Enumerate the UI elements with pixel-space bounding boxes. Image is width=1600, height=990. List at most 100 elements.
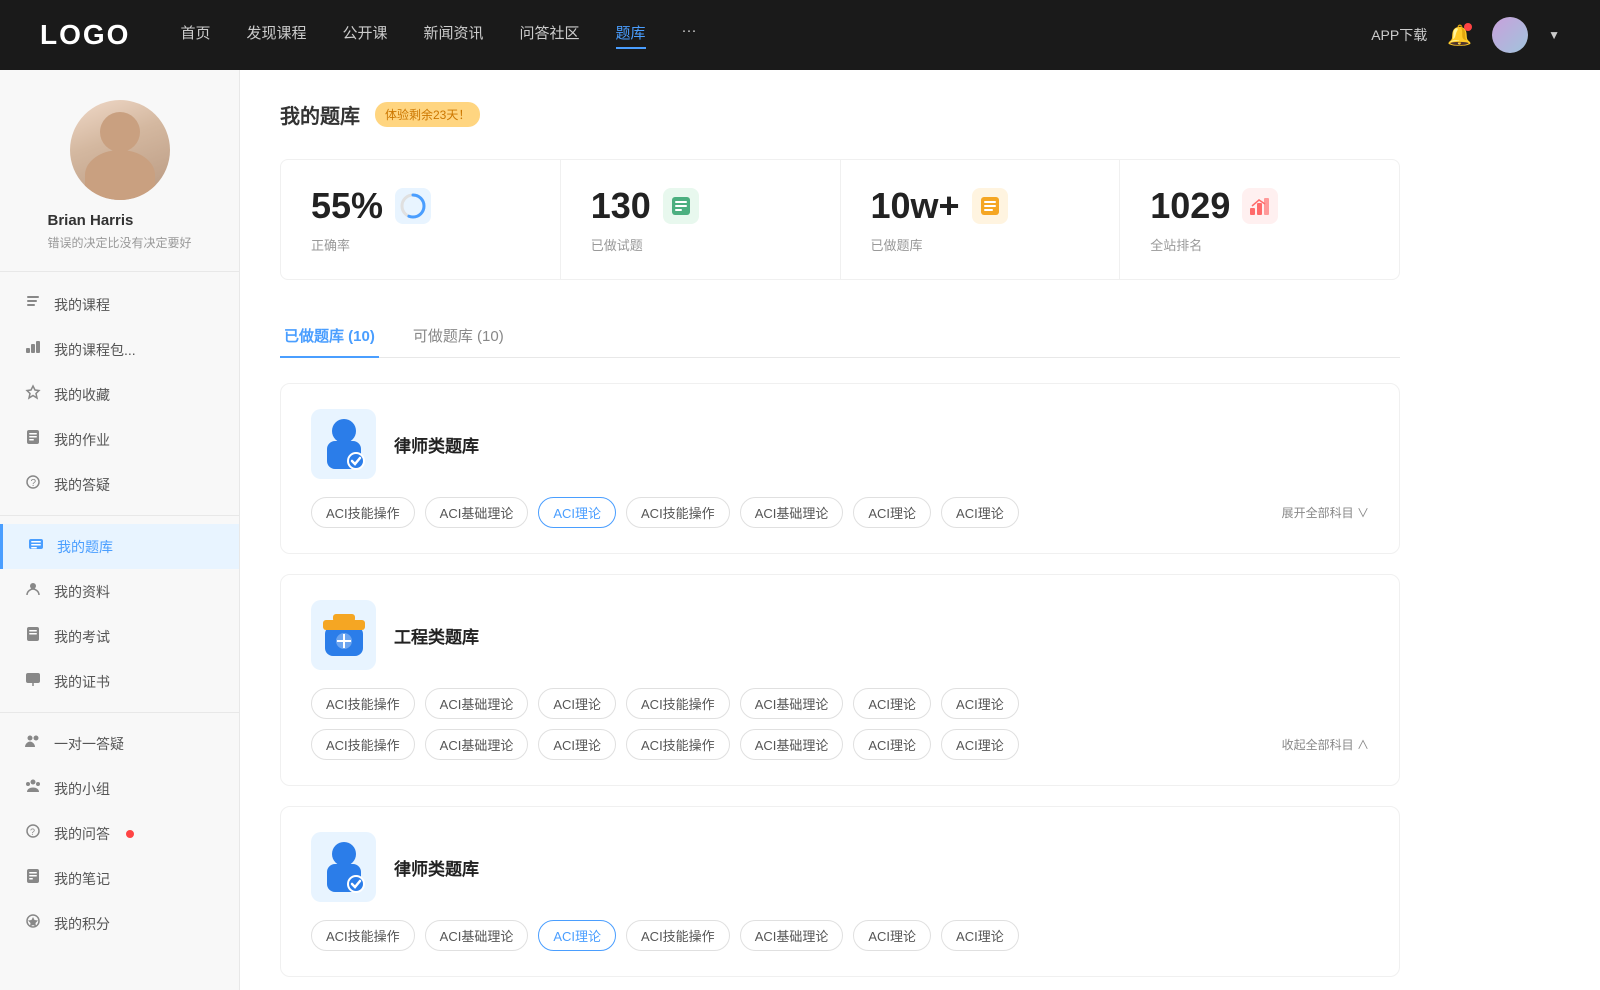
nav: 首页 发现课程 公开课 新闻资讯 问答社区 题库 ··· (180, 22, 696, 49)
nav-qa[interactable]: 问答社区 (520, 22, 580, 49)
stat-banks-value: 10w+ (871, 185, 960, 227)
bank-card-2-tags-row1: ACI技能操作 ACI基础理论 ACI理论 ACI技能操作 ACI基础理论 AC… (311, 688, 1369, 719)
page-title-row: 我的题库 体验剩余23天！ (280, 100, 1400, 129)
stat-rank-top: 1029 (1150, 185, 1369, 227)
tag-active[interactable]: ACI理论 (538, 497, 616, 528)
tag[interactable]: ACI技能操作 (626, 688, 730, 719)
courses-icon (24, 294, 42, 315)
sidebar-label-my-favorites: 我的收藏 (54, 385, 110, 405)
tag[interactable]: ACI技能操作 (311, 688, 415, 719)
sidebar-label-my-notes: 我的笔记 (54, 869, 110, 889)
sidebar-menu: 我的课程 我的课程包... 我的收藏 我的作业 (0, 272, 239, 956)
bank-card-lawyer-1: 律师类题库 ACI技能操作 ACI基础理论 ACI理论 ACI技能操作 ACI基… (280, 383, 1400, 554)
expand-link-1[interactable]: 展开全部科目 ∨ (1282, 504, 1369, 521)
stat-accuracy-top: 55% (311, 185, 530, 227)
tag[interactable]: ACI基础理论 (425, 920, 529, 951)
sidebar-label-my-qa: 我的问答 (54, 824, 110, 844)
nav-discover[interactable]: 发现课程 (246, 22, 306, 49)
tag[interactable]: ACI理论 (941, 729, 1019, 760)
tag[interactable]: ACI基础理论 (740, 688, 844, 719)
stat-banks-icon (972, 188, 1008, 224)
tab-available-banks[interactable]: 可做题库 (10) (409, 315, 508, 358)
tag[interactable]: ACI技能操作 (311, 920, 415, 951)
tag[interactable]: ACI理论 (853, 729, 931, 760)
tag-active[interactable]: ACI理论 (538, 920, 616, 951)
tag[interactable]: ACI理论 (853, 920, 931, 951)
tab-done-banks[interactable]: 已做题库 (10) (280, 315, 379, 358)
bank-icon (27, 536, 45, 557)
tag[interactable]: ACI基础理论 (740, 729, 844, 760)
main-layout: Brian Harris 错误的决定比没有决定要好 我的课程 我的课程包... (0, 70, 1600, 990)
tag[interactable]: ACI基础理论 (740, 497, 844, 528)
sidebar-item-my-qa[interactable]: ? 我的问答 (0, 811, 239, 856)
stat-accuracy-value: 55% (311, 185, 383, 227)
sidebar-item-my-certs[interactable]: 我的证书 (0, 659, 239, 704)
user-avatar[interactable] (1492, 17, 1528, 53)
sidebar-item-my-homework[interactable]: 我的作业 (0, 417, 239, 462)
bank-card-lawyer-2: 律师类题库 ACI技能操作 ACI基础理论 ACI理论 ACI技能操作 ACI基… (280, 806, 1400, 977)
sidebar-item-my-group[interactable]: 我的小组 (0, 766, 239, 811)
sidebar: Brian Harris 错误的决定比没有决定要好 我的课程 我的课程包... (0, 70, 240, 990)
stat-banks-top: 10w+ (871, 185, 1090, 227)
sidebar-item-my-courses[interactable]: 我的课程 (0, 282, 239, 327)
favorites-icon (24, 384, 42, 405)
tag[interactable]: ACI理论 (853, 497, 931, 528)
sidebar-item-my-exams[interactable]: 我的考试 (0, 614, 239, 659)
sidebar-label-my-profile: 我的资料 (54, 582, 110, 602)
sidebar-item-my-packages[interactable]: 我的课程包... (0, 327, 239, 372)
collapse-link[interactable]: 收起全部科目 ∧ (1282, 736, 1369, 753)
tag[interactable]: ACI技能操作 (626, 729, 730, 760)
sidebar-item-my-profile[interactable]: 我的资料 (0, 569, 239, 614)
sidebar-item-my-favorites[interactable]: 我的收藏 (0, 372, 239, 417)
qa-dot (126, 830, 134, 838)
tag[interactable]: ACI技能操作 (626, 920, 730, 951)
tag[interactable]: ACI技能操作 (626, 497, 730, 528)
nav-question-bank[interactable]: 题库 (616, 22, 646, 49)
tag[interactable]: ACI理论 (538, 688, 616, 719)
tag[interactable]: ACI基础理论 (425, 688, 529, 719)
header-left: LOGO 首页 发现课程 公开课 新闻资讯 问答社区 题库 ··· (40, 19, 697, 51)
sidebar-label-my-certs: 我的证书 (54, 672, 110, 692)
notification-bell-icon[interactable]: 🔔 (1447, 23, 1472, 48)
tag[interactable]: ACI理论 (941, 688, 1019, 719)
questions-icon: ? (24, 474, 42, 495)
sidebar-item-my-notes[interactable]: 我的笔记 (0, 856, 239, 901)
tag[interactable]: ACI基础理论 (740, 920, 844, 951)
nav-more[interactable]: ··· (682, 22, 697, 49)
tag[interactable]: ACI技能操作 (311, 497, 415, 528)
sidebar-item-my-questions[interactable]: ? 我的答疑 (0, 462, 239, 507)
sidebar-item-my-points[interactable]: 我的积分 (0, 901, 239, 946)
bank-card-3-icon (311, 832, 376, 902)
sidebar-item-one-on-one[interactable]: 一对一答疑 (0, 721, 239, 766)
group-icon (24, 778, 42, 799)
tag[interactable]: ACI技能操作 (311, 729, 415, 760)
sidebar-label-one-on-one: 一对一答疑 (54, 734, 124, 754)
nav-news[interactable]: 新闻资讯 (424, 22, 484, 49)
stat-rank-icon (1242, 188, 1278, 224)
tag[interactable]: ACI基础理论 (425, 729, 529, 760)
nav-open-course[interactable]: 公开课 (342, 22, 387, 49)
sidebar-label-my-exams: 我的考试 (54, 627, 110, 647)
app-download-button[interactable]: APP下载 (1371, 25, 1427, 45)
bank-card-1-icon (311, 409, 376, 479)
svg-text:?: ? (30, 827, 35, 837)
user-dropdown-icon[interactable]: ▼ (1548, 28, 1560, 42)
stat-accuracy-label: 正确率 (311, 235, 530, 254)
stat-rank: 1029 全站排名 (1120, 160, 1399, 279)
stat-done-value: 130 (591, 185, 651, 227)
stat-done-top: 130 (591, 185, 810, 227)
homework-icon (24, 429, 42, 450)
tag[interactable]: ACI理论 (853, 688, 931, 719)
sidebar-item-my-bank[interactable]: 我的题库 (0, 524, 239, 569)
bank-card-2-header: 工程类题库 (311, 600, 1369, 670)
stat-accuracy: 55% 正确率 (281, 160, 561, 279)
tag[interactable]: ACI基础理论 (425, 497, 529, 528)
content-inner: 我的题库 体验剩余23天！ 55% 正确率 (240, 70, 1440, 990)
nav-home[interactable]: 首页 (180, 22, 210, 49)
tag[interactable]: ACI理论 (941, 497, 1019, 528)
trial-badge: 体验剩余23天！ (375, 102, 480, 127)
svg-text:?: ? (31, 478, 37, 489)
tag[interactable]: ACI理论 (941, 920, 1019, 951)
tag[interactable]: ACI理论 (538, 729, 616, 760)
one-on-one-icon (24, 733, 42, 754)
